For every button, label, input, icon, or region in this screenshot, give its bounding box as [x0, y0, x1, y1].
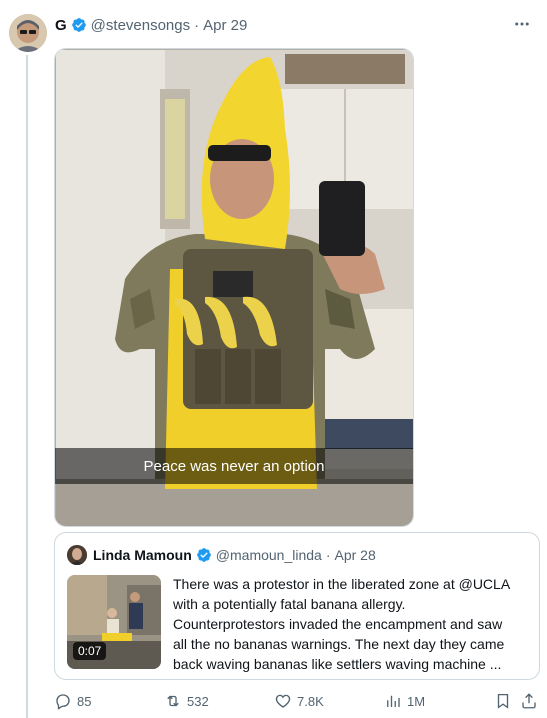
author-handle[interactable]: @stevensongs	[91, 17, 190, 34]
verified-badge-icon	[196, 548, 211, 562]
tweet-header: G @stevensongs · Apr 29	[55, 15, 247, 35]
thread-line	[26, 55, 28, 718]
share-button[interactable]	[520, 690, 543, 712]
quoted-date: Apr 28	[334, 547, 376, 563]
more-options-icon[interactable]	[511, 13, 533, 35]
quoted-text-line: with a potentially fatal banana allergy.	[173, 596, 406, 612]
separator-dot: ·	[194, 16, 200, 34]
quoted-video-thumbnail[interactable]: 0:07	[67, 575, 161, 669]
bookmark-button[interactable]	[494, 690, 517, 712]
quoted-text-line: There was a protestor in the liberated z…	[173, 576, 511, 592]
views-button[interactable]: 1M	[384, 690, 425, 712]
image-caption: Peace was never an option	[143, 457, 325, 475]
quoted-text-line: all the no bananas warnings. The next da…	[173, 636, 505, 652]
verified-badge-icon	[71, 18, 86, 32]
analytics-icon	[387, 695, 400, 707]
quoted-tweet[interactable]: Linda Mamoun @mamoun_linda · Apr 28 0:07…	[54, 532, 540, 680]
tweet-photo[interactable]: Peace was never an option	[54, 48, 414, 527]
quoted-handle: @mamoun_linda	[215, 547, 322, 563]
quoted-text-line: Counterprotestors invaded the encampment…	[173, 616, 503, 632]
view-count: 1M	[407, 693, 426, 709]
separator-dot: ·	[325, 547, 331, 563]
reply-button[interactable]: 85	[54, 690, 91, 712]
share-icon	[522, 693, 536, 709]
reply-count: 85	[77, 693, 92, 709]
tweet-date[interactable]: Apr 29	[203, 17, 247, 34]
image-caption-bar: Peace was never an option	[55, 448, 413, 484]
quoted-avatar	[67, 545, 87, 565]
quoted-author-name: Linda Mamoun	[93, 547, 192, 563]
video-duration: 0:07	[73, 642, 107, 660]
like-button[interactable]: 7.8K	[274, 690, 324, 712]
reply-icon	[56, 694, 70, 710]
author-avatar[interactable]	[9, 14, 47, 52]
quoted-text-line: back waving bananas like settlers waving…	[173, 656, 502, 672]
repost-icon	[167, 695, 179, 707]
heart-icon	[275, 694, 291, 708]
action-bar: 85 532 7.8K 1M	[54, 690, 540, 712]
quoted-text: There was a protestor in the liberated z…	[173, 574, 529, 674]
repost-count: 532	[187, 693, 209, 709]
repost-button[interactable]: 532	[164, 690, 209, 712]
bookmark-icon	[497, 693, 509, 709]
quoted-header: Linda Mamoun @mamoun_linda · Apr 28	[67, 545, 376, 565]
like-count: 7.8K	[297, 693, 324, 709]
author-name[interactable]: G	[55, 17, 67, 34]
